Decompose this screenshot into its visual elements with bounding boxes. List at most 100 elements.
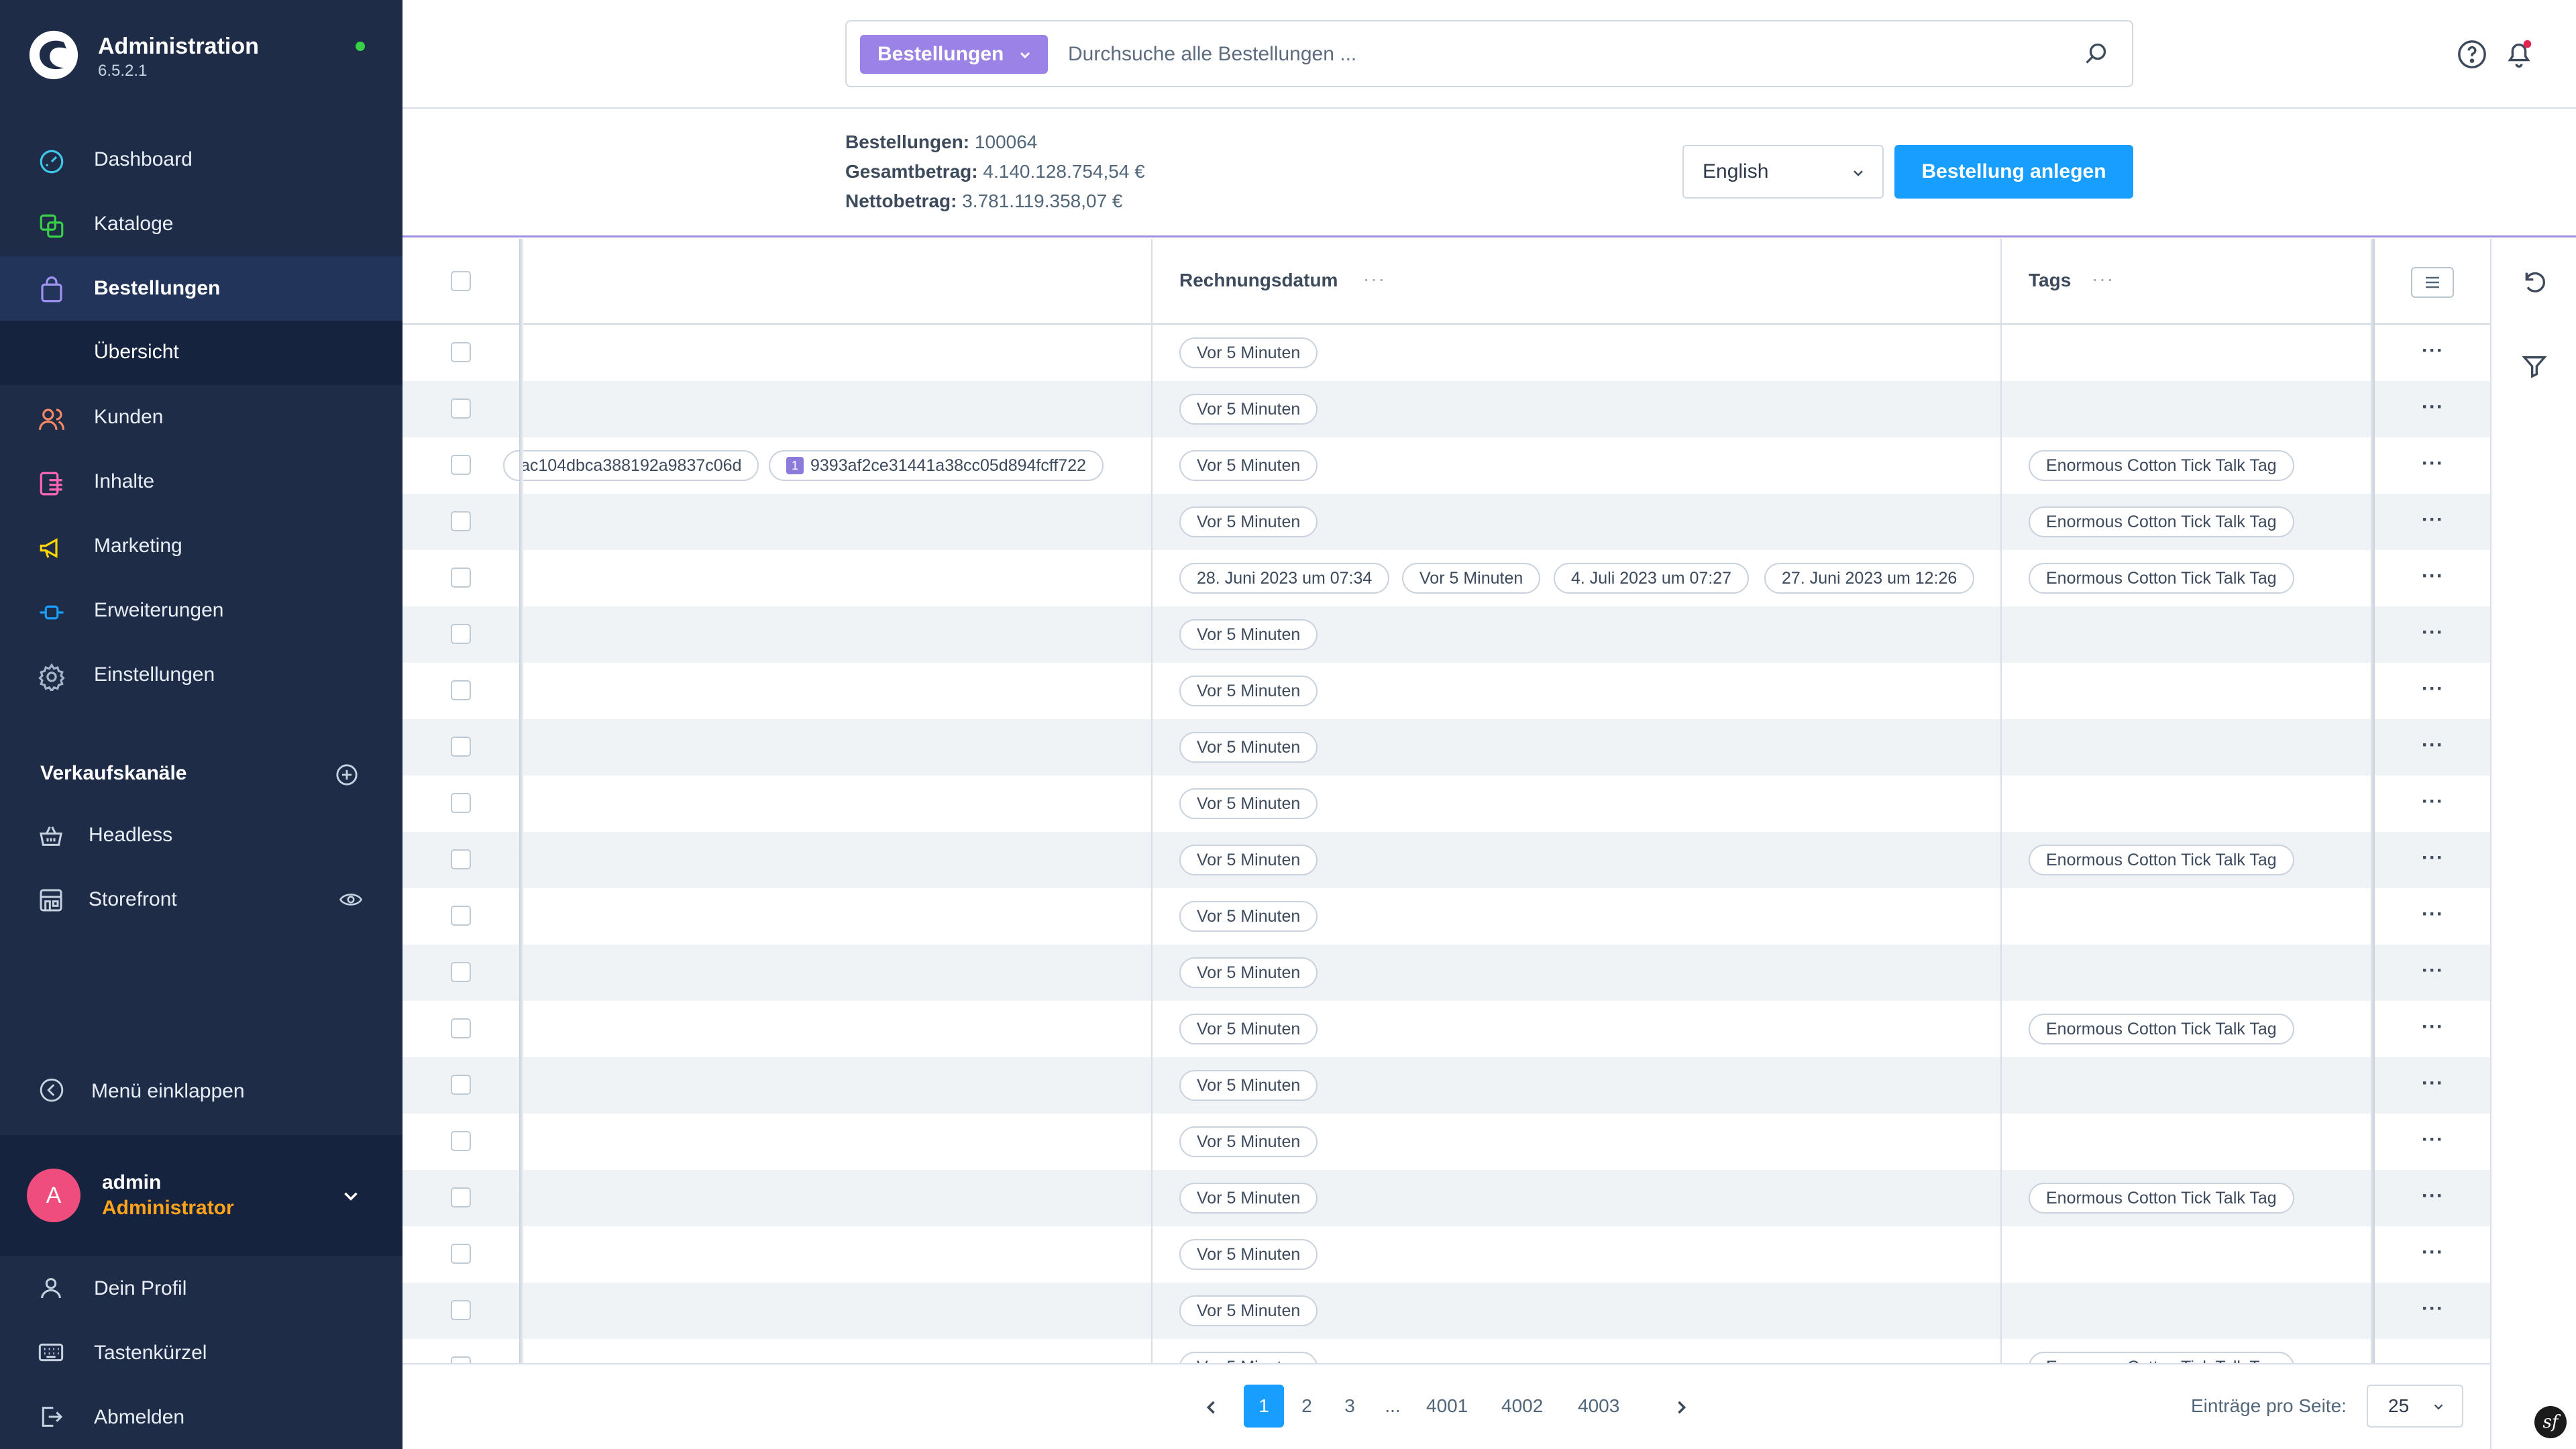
shortcuts-link[interactable]: Tastenkürzel xyxy=(0,1320,402,1385)
nav-item-catalogues[interactable]: Kataloge xyxy=(0,192,402,256)
per-page-select[interactable]: 25 xyxy=(2367,1385,2463,1428)
row-checkbox[interactable] xyxy=(451,398,471,419)
table-row[interactable]: Vor 5 Minuten ··· xyxy=(402,945,2490,1001)
row-actions-button[interactable]: ··· xyxy=(2422,396,2444,419)
row-actions-button[interactable]: ··· xyxy=(2422,339,2444,362)
table-row[interactable]: Vor 5 Minuten ··· xyxy=(402,719,2490,775)
nav-subitem-overview[interactable]: Übersicht xyxy=(0,321,402,385)
nav-item-settings[interactable]: Einstellungen xyxy=(0,643,402,707)
column-settings-button[interactable] xyxy=(2411,267,2454,298)
next-page-icon[interactable] xyxy=(1672,1398,1690,1417)
row-actions-button[interactable]: ··· xyxy=(2422,1185,2444,1208)
table-row[interactable]: Vor 5 Minuten ··· xyxy=(402,325,2490,381)
table-row[interactable]: Vor 5 Minuten ··· xyxy=(402,663,2490,719)
row-checkbox[interactable] xyxy=(451,1356,471,1363)
column-header-invoice-date[interactable]: Rechnungsdatum xyxy=(1179,270,1338,291)
table-row[interactable]: Vor 5 Minuten Enormous Cotton Tick Talk T… xyxy=(402,494,2490,550)
search-type-select[interactable]: Bestellungen xyxy=(860,35,1048,74)
row-actions-button[interactable]: ··· xyxy=(2422,734,2444,757)
nav-item-extensions[interactable]: Erweiterungen xyxy=(0,578,402,643)
table-row[interactable]: Vor 5 Minuten ··· xyxy=(402,606,2490,663)
table-row[interactable]: Vor 5 Minuten Enormous Cotton Tick Talk T… xyxy=(402,832,2490,888)
row-actions-button[interactable]: ··· xyxy=(2422,1297,2444,1320)
collapse-menu-button[interactable]: Menü einklappen xyxy=(0,1060,402,1120)
logout-link[interactable]: Abmelden xyxy=(0,1385,402,1449)
table-row[interactable]: Vor 5 Minuten Enormous Cotton Tick Talk T… xyxy=(402,437,2490,494)
table-row[interactable]: Vor 5 Minuten ··· xyxy=(402,1283,2490,1339)
bell-icon[interactable] xyxy=(2504,38,2534,70)
table-row[interactable]: Vor 5 Minuten ··· xyxy=(402,775,2490,832)
row-actions-button[interactable]: ··· xyxy=(2422,1016,2444,1038)
column-header-tags[interactable]: Tags xyxy=(2029,270,2071,291)
table-row[interactable]: Vor 5 Minuten ··· xyxy=(402,1226,2490,1283)
row-actions-button[interactable]: ··· xyxy=(2422,1128,2444,1151)
row-checkbox[interactable] xyxy=(451,1300,471,1320)
row-checkbox[interactable] xyxy=(451,624,471,644)
symfony-icon[interactable]: sf xyxy=(2534,1406,2567,1438)
row-checkbox[interactable] xyxy=(451,962,471,982)
row-checkbox[interactable] xyxy=(451,1075,471,1095)
create-order-button[interactable]: Bestellung anlegen xyxy=(1894,145,2133,199)
row-actions-button[interactable]: ··· xyxy=(2422,1354,2444,1363)
row-checkbox[interactable] xyxy=(451,568,471,588)
page-button[interactable]: 4001 xyxy=(1426,1385,1468,1428)
row-checkbox[interactable] xyxy=(451,1018,471,1038)
plus-circle-icon[interactable] xyxy=(335,763,358,786)
table-row[interactable]: Vor 5 Minuten ··· xyxy=(402,381,2490,437)
row-actions-button[interactable]: ··· xyxy=(2422,790,2444,813)
chevron-down-icon[interactable] xyxy=(339,1185,362,1208)
shopware-logo[interactable] xyxy=(28,30,79,80)
row-checkbox[interactable] xyxy=(451,737,471,757)
row-checkbox[interactable] xyxy=(451,1244,471,1264)
row-actions-button[interactable]: ··· xyxy=(2422,565,2444,588)
nav-item-orders[interactable]: Bestellungen xyxy=(0,256,402,321)
row-actions-button[interactable]: ··· xyxy=(2422,1072,2444,1095)
table-row[interactable]: Vor 5 Minuten Enormous Cotton Tick Talk T… xyxy=(402,1170,2490,1226)
reset-icon[interactable] xyxy=(2521,268,2548,295)
row-checkbox[interactable] xyxy=(451,680,471,700)
row-actions-button[interactable]: ··· xyxy=(2422,1241,2444,1264)
row-actions-button[interactable]: ··· xyxy=(2422,508,2444,531)
table-row[interactable]: Vor 5 Minuten ··· xyxy=(402,1114,2490,1170)
profile-link[interactable]: Dein Profil xyxy=(0,1256,402,1320)
nav-item-dashboard[interactable]: Dashboard xyxy=(0,127,402,192)
help-icon[interactable] xyxy=(2457,39,2487,70)
page-button[interactable]: 2 xyxy=(1287,1385,1327,1428)
nav-item-marketing[interactable]: Marketing xyxy=(0,514,402,578)
column-menu-tags[interactable]: ··· xyxy=(2092,268,2114,290)
row-checkbox[interactable] xyxy=(451,906,471,926)
table-row[interactable]: Vor 5 Minuten Enormous Cotton Tick Talk T… xyxy=(402,1339,2490,1363)
row-checkbox[interactable] xyxy=(451,455,471,475)
table-row[interactable]: Vor 5 Minuten ··· xyxy=(402,1057,2490,1114)
table-row[interactable]: Vor 5 Minuten ··· xyxy=(402,888,2490,945)
language-select[interactable]: English xyxy=(1682,145,1884,199)
row-actions-button[interactable]: ··· xyxy=(2422,452,2444,475)
sales-channel-headless[interactable]: Headless xyxy=(0,805,402,865)
row-checkbox[interactable] xyxy=(451,849,471,869)
nav-item-customers[interactable]: Kunden xyxy=(0,385,402,449)
row-checkbox[interactable] xyxy=(451,793,471,813)
row-actions-button[interactable]: ··· xyxy=(2422,903,2444,926)
search-icon[interactable] xyxy=(2084,42,2108,66)
row-checkbox[interactable] xyxy=(451,511,471,531)
row-checkbox[interactable] xyxy=(451,1131,471,1151)
select-all-checkbox[interactable] xyxy=(451,271,471,291)
previous-page-icon[interactable] xyxy=(1202,1398,1221,1417)
column-menu-invoice-date[interactable]: ··· xyxy=(1363,268,1386,290)
search-input[interactable] xyxy=(1068,35,2061,74)
user-box[interactable]: A admin Administrator xyxy=(0,1135,402,1256)
page-button[interactable]: 1 xyxy=(1244,1385,1284,1428)
row-checkbox[interactable] xyxy=(451,342,471,362)
page-button[interactable]: 4003 xyxy=(1578,1385,1619,1428)
row-actions-button[interactable]: ··· xyxy=(2422,959,2444,982)
row-actions-button[interactable]: ··· xyxy=(2422,621,2444,644)
page-button[interactable]: 4002 xyxy=(1501,1385,1543,1428)
page-button[interactable]: 3 xyxy=(1330,1385,1370,1428)
sales-channel-storefront[interactable]: Storefront xyxy=(0,869,402,930)
table-row[interactable]: Vor 5 Minuten Enormous Cotton Tick Talk T… xyxy=(402,1001,2490,1057)
row-actions-button[interactable]: ··· xyxy=(2422,847,2444,869)
nav-item-content[interactable]: Inhalte xyxy=(0,449,402,514)
eye-icon[interactable] xyxy=(339,891,362,908)
table-row[interactable]: 28. Juni 2023 um 07:34 Vor 5 Minuten 4. Ju… xyxy=(402,550,2490,606)
row-actions-button[interactable]: ··· xyxy=(2422,678,2444,700)
